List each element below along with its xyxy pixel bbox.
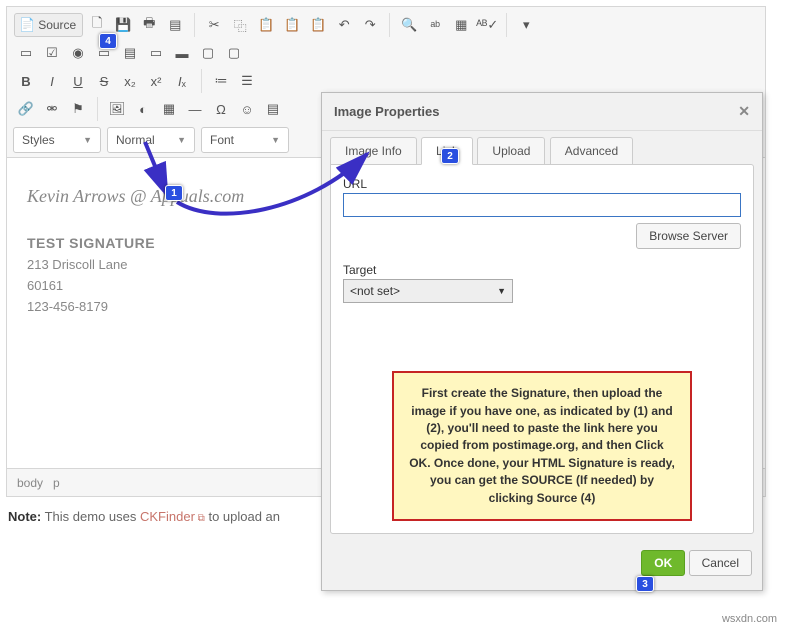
- dialog-title: Image Properties: [334, 104, 440, 119]
- spellcheck-button[interactable]: ᴬᴮ✓: [475, 13, 499, 37]
- annotation-badge-4: 4: [99, 33, 117, 49]
- strike-button[interactable]: S: [92, 69, 116, 93]
- chevron-down-icon: ▼: [177, 135, 186, 145]
- tab-image-info[interactable]: Image Info: [330, 137, 417, 164]
- annotation-badge-3: 3: [636, 576, 654, 592]
- source-button[interactable]: 📄 Source: [14, 13, 83, 37]
- dialog-title-bar: Image Properties ✕: [322, 93, 762, 131]
- cut-button[interactable]: ✂: [202, 13, 226, 37]
- image-properties-dialog: Image Properties ✕ Image Info Link 2 Upl…: [321, 92, 763, 591]
- unlink-button[interactable]: ⚮: [40, 97, 64, 121]
- about-button[interactable]: ▾: [514, 13, 538, 37]
- target-label: Target: [343, 263, 741, 277]
- chevron-down-icon: ▼: [271, 135, 280, 145]
- elements-path-body[interactable]: body: [17, 476, 43, 490]
- table-button[interactable]: ▦: [157, 97, 181, 121]
- undo-button[interactable]: ↶: [332, 13, 356, 37]
- selectall-button[interactable]: ▦: [449, 13, 473, 37]
- numberlist-button[interactable]: ≔: [209, 69, 233, 93]
- note-text1: This demo uses: [45, 509, 140, 524]
- image-button[interactable]: 🖼: [105, 97, 129, 121]
- source-icon: 📄: [19, 17, 35, 33]
- replace-button[interactable]: ᵃᵇ: [423, 13, 447, 37]
- link-button[interactable]: 🔗: [14, 97, 38, 121]
- button-button[interactable]: ▬: [170, 41, 194, 65]
- italic-button[interactable]: I: [40, 69, 64, 93]
- annotation-badge-1: 1: [165, 185, 183, 201]
- font-combo[interactable]: Font ▼: [201, 127, 289, 153]
- bulletlist-button[interactable]: ☰: [235, 69, 259, 93]
- underline-button[interactable]: U: [66, 69, 90, 93]
- imagebutton-button[interactable]: ▢: [196, 41, 220, 65]
- print-button[interactable]: 🖶: [137, 13, 161, 37]
- bold-button[interactable]: B: [14, 69, 38, 93]
- browse-server-button[interactable]: Browse Server: [636, 223, 741, 249]
- source-label: Source: [38, 18, 76, 32]
- cancel-button[interactable]: Cancel: [689, 550, 752, 576]
- smiley-button[interactable]: ☺: [235, 97, 259, 121]
- chevron-down-icon: ▼: [497, 286, 506, 296]
- url-label: URL: [343, 177, 741, 191]
- elements-path-p[interactable]: p: [53, 476, 60, 490]
- redo-button[interactable]: ↷: [358, 13, 382, 37]
- templates-button[interactable]: ▤: [163, 13, 187, 37]
- url-input[interactable]: [343, 193, 741, 217]
- anchor-button[interactable]: ⚑: [66, 97, 90, 121]
- paste-word-button[interactable]: 📋: [306, 13, 330, 37]
- find-button[interactable]: 🔍: [397, 13, 421, 37]
- form-button[interactable]: ▭: [14, 41, 38, 65]
- pagebreak-button[interactable]: ▤: [261, 97, 285, 121]
- format-label: Normal: [116, 133, 155, 147]
- target-value: <not set>: [350, 284, 400, 298]
- footer-site: wsxdn.com: [722, 613, 777, 625]
- superscript-button[interactable]: x²: [144, 69, 168, 93]
- paste-button[interactable]: 📋: [254, 13, 278, 37]
- hidden-button[interactable]: ▢: [222, 41, 246, 65]
- dialog-tabs: Image Info Link 2 Upload Advanced: [322, 131, 762, 165]
- note-prefix: Note:: [8, 509, 41, 524]
- dialog-body: URL Browse Server Target <not set> ▼ Fir…: [330, 164, 754, 534]
- tab-upload[interactable]: Upload: [477, 137, 545, 164]
- chevron-down-icon: ▼: [83, 135, 92, 145]
- tab-advanced[interactable]: Advanced: [550, 137, 633, 164]
- tab-link[interactable]: Link 2: [421, 137, 473, 165]
- paste-text-button[interactable]: 📋: [280, 13, 304, 37]
- format-combo[interactable]: Normal ▼: [107, 127, 195, 153]
- instruction-callout: First create the Signature, then upload …: [392, 371, 692, 521]
- specialchar-button[interactable]: Ω: [209, 97, 233, 121]
- removeformat-button[interactable]: Iₓ: [170, 69, 194, 93]
- dialog-footer: OK Cancel 3: [322, 542, 762, 590]
- copy-button[interactable]: ⿻: [228, 13, 252, 37]
- note-text2: to upload an: [208, 509, 280, 524]
- close-icon[interactable]: ✕: [738, 103, 750, 120]
- annotation-badge-2: 2: [441, 148, 459, 164]
- font-label: Font: [210, 133, 234, 147]
- subscript-button[interactable]: x₂: [118, 69, 142, 93]
- textarea-button[interactable]: ▤: [118, 41, 142, 65]
- styles-combo[interactable]: Styles ▼: [13, 127, 101, 153]
- flash-button[interactable]: ◐: [131, 97, 155, 121]
- styles-label: Styles: [22, 133, 55, 147]
- select-button[interactable]: ▭: [144, 41, 168, 65]
- editor-frame: 📄 Source 🗋 💾 🖶 ▤ ✂ ⿻ 📋 📋 📋 ↶ ↷ 🔍 ᵃᵇ: [6, 6, 766, 497]
- checkbox-button[interactable]: ☑: [40, 41, 64, 65]
- target-select[interactable]: <not set> ▼: [343, 279, 513, 303]
- ckfinder-link[interactable]: CKFinder: [140, 509, 205, 524]
- ok-button[interactable]: OK: [641, 550, 685, 576]
- radio-button[interactable]: ◉: [66, 41, 90, 65]
- hr-button[interactable]: —: [183, 97, 207, 121]
